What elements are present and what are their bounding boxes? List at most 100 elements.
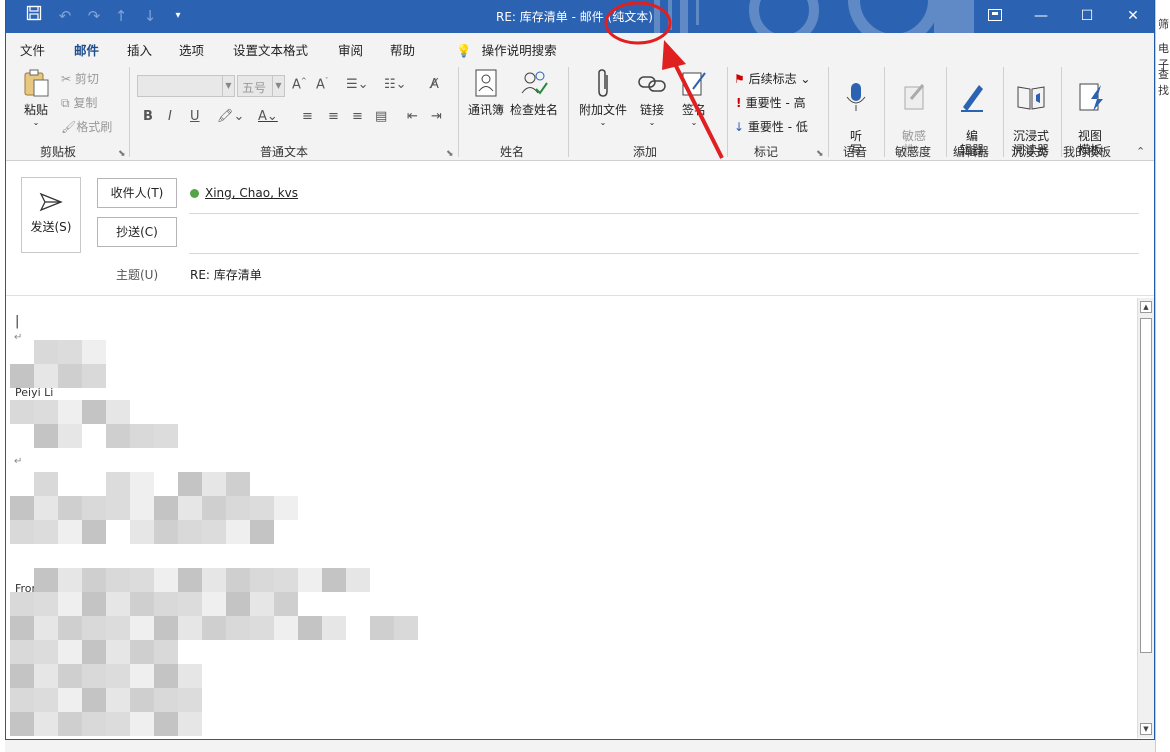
mosaic-block [10,616,34,640]
mosaic-block [34,520,58,544]
to-field[interactable]: Xing, Chao, kvs [190,186,298,200]
mosaic-block [154,424,178,448]
scroll-down-icon[interactable]: ▼ [1140,723,1152,735]
tab-review[interactable]: 审阅 [338,40,363,59]
dialog-launcher-icon[interactable]: ⬊ [446,149,454,159]
maximize-icon[interactable]: ☐ [1064,0,1110,33]
mosaic-block [10,640,34,664]
customize-toolbar-icon[interactable]: ▾ [166,5,190,27]
cc-button[interactable]: 抄送(C) [97,217,177,247]
to-button[interactable]: 收件人(T) [97,178,177,208]
text-cursor: | [15,314,20,329]
bold-icon[interactable]: B [143,109,153,124]
check-names-button[interactable]: 检查姓名 [508,67,560,118]
signature-button[interactable]: 签名 ⌄ [676,67,712,127]
copy-button[interactable]: ⧉ 复制 [61,94,97,111]
dialog-launcher-icon[interactable]: ⬊ [816,149,824,159]
mosaic-block [226,616,250,640]
mosaic-block [34,400,58,424]
tab-file[interactable]: 文件 [20,40,45,59]
signature-icon [682,72,706,96]
shrink-font-icon[interactable]: Aˇ [316,77,328,92]
paste-button[interactable]: 粘贴 ⌄ [16,67,56,127]
mosaic-block [130,472,154,496]
check-names-label: 检查姓名 [509,103,558,117]
justify-icon[interactable]: ▤ [375,109,387,124]
format-painter-button[interactable]: 🖌格式刷 [61,118,112,135]
mosaic-block [250,568,274,592]
cut-button[interactable]: ✂ 剪切 [61,70,99,87]
mosaic-block [34,568,58,592]
mosaic-block [274,616,298,640]
font-name-combo[interactable]: ▼ [137,75,235,97]
font-size-combo[interactable]: 五号 ▼ [237,75,285,97]
importance-low-button[interactable]: ↓ 重要性 - 低 [734,118,808,135]
mosaic-block [154,712,178,736]
paste-label: 粘贴 [23,103,48,117]
scroll-up-icon[interactable]: ▲ [1140,301,1152,313]
mosaic-block [106,664,130,688]
tab-mail[interactable]: 邮件 [74,40,100,65]
close-icon[interactable]: ✕ [1110,0,1154,33]
paragraph-mark: ↵ [14,332,23,343]
ribbon-display-options-icon[interactable] [972,0,1018,33]
align-center-icon[interactable]: ≡ [328,109,339,124]
grow-font-icon[interactable]: A^ [292,77,307,92]
subject-field[interactable]: RE: 库存清单 [190,266,262,283]
next-item-icon[interactable]: ↓ [138,5,162,27]
address-book-label: 通讯簿 [467,103,504,117]
mosaic-block [34,472,58,496]
mosaic-block [34,424,58,448]
decrease-indent-icon[interactable]: ⇤ [407,109,418,124]
save-icon[interactable] [22,5,46,27]
minimize-icon[interactable]: — [1018,0,1064,33]
ribbon-tabs: 文件 邮件 插入 选项 设置文本格式 审阅 帮助 💡 操作说明搜索 [6,33,1154,65]
link-label: 链接 [639,103,664,117]
tab-format-text[interactable]: 设置文本格式 [233,40,308,59]
titlebar-decoration [654,0,974,33]
link-button[interactable]: 链接 ⌄ [634,67,670,127]
tab-insert[interactable]: 插入 [127,40,152,59]
mosaic-block [82,712,106,736]
tab-options[interactable]: 选项 [179,40,204,59]
clear-formatting-icon[interactable]: A̸ [430,77,439,92]
microphone-icon [846,83,866,111]
tell-me-search[interactable]: 💡 操作说明搜索 [456,40,557,59]
address-book-button[interactable]: 通讯簿 [466,67,506,118]
highlight-icon[interactable]: 🖍⌄ [217,109,244,124]
send-button[interactable]: 发送(S) [21,177,81,253]
follow-up-button[interactable]: ⚑ 后续标志 ⌄ [734,70,810,87]
importance-high-button[interactable]: ! 重要性 - 高 [736,94,806,111]
previous-item-icon[interactable]: ↑ [109,5,133,27]
mosaic-block [82,568,106,592]
message-body[interactable]: | ↵ ↵ ↵ Peiyi Li From: Y 主任 ▲ ▼ [6,296,1154,739]
mosaic-block [10,364,34,388]
attach-file-button[interactable]: 附加文件 ⌄ [577,67,629,127]
paste-icon [24,69,49,97]
mosaic-block [34,340,58,364]
vertical-scrollbar[interactable]: ▲ ▼ [1137,298,1154,738]
mosaic-block [322,568,346,592]
increase-indent-icon[interactable]: ⇥ [431,109,442,124]
mosaic-block [202,520,226,544]
redo-icon[interactable]: ↷ [82,5,106,27]
mosaic-block [58,424,82,448]
numbering-icon[interactable]: ☷⌄ [384,77,407,92]
collapse-ribbon-icon[interactable]: ⌃ [1136,145,1145,158]
undo-icon[interactable]: ↶ [53,5,77,27]
mosaic-block [178,688,202,712]
tab-help[interactable]: 帮助 [390,40,415,59]
mosaic-block [298,616,322,640]
scrollbar-thumb[interactable] [1140,318,1152,653]
italic-icon[interactable]: I [168,109,172,124]
underline-icon[interactable]: U [190,109,200,124]
group-separator [1003,67,1004,157]
mosaic-block [82,340,106,364]
font-color-icon[interactable]: A⌄ [258,109,278,124]
bullets-icon[interactable]: ☰⌄ [346,77,369,92]
mosaic-block [34,496,58,520]
align-right-icon[interactable]: ≡ [352,109,363,124]
align-left-icon[interactable]: ≡ [302,109,313,124]
dialog-launcher-icon[interactable]: ⬊ [118,149,126,159]
mosaic-block [178,520,202,544]
